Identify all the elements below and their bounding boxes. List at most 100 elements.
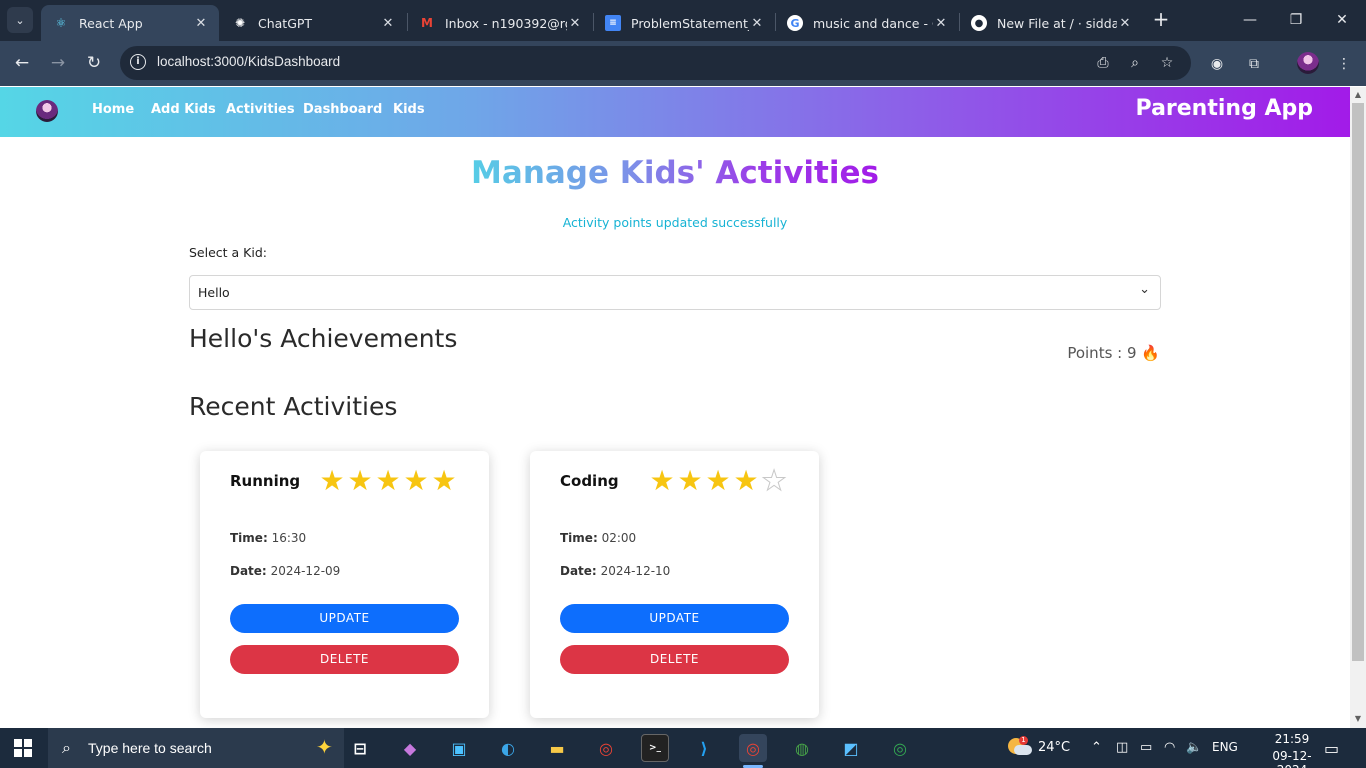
copilot-icon[interactable]: ◆ — [396, 734, 424, 762]
tab-react-app[interactable]: ⚛ React App ✕ — [41, 5, 219, 41]
device-icon[interactable]: ◫ — [1116, 740, 1128, 755]
update-button[interactable]: UPDATE — [560, 604, 789, 633]
clock-date[interactable]: 09-12-2024 — [1258, 749, 1326, 768]
kid-select[interactable]: Hello ⌄ — [189, 275, 1161, 310]
close-icon[interactable]: ✕ — [749, 16, 765, 31]
mongodb-compass-icon[interactable]: ◍ — [788, 734, 816, 762]
tab-title: music and dance - Go — [813, 15, 933, 31]
app-brand: Parenting App — [1135, 96, 1313, 121]
tab-inbox[interactable]: M Inbox - n190392@rgu ✕ — [407, 5, 593, 41]
tab-title: ProblemStatement_III — [631, 15, 749, 31]
react-icon: ⚛ — [55, 16, 67, 30]
star-filled-icon: ★ — [375, 464, 401, 497]
taskbar-search[interactable]: ⌕ Type here to search ✦ — [48, 728, 344, 768]
task-view-icon[interactable]: ⊟ — [346, 734, 374, 762]
status-message: Activity points updated successfully — [562, 215, 788, 230]
nav-link-activities[interactable]: Activities — [226, 102, 295, 117]
chrome-profile-icon[interactable]: ◎ — [739, 734, 767, 768]
extensions-icon[interactable]: ⧉ — [1243, 53, 1265, 75]
battery-icon[interactable]: ▭ — [1140, 740, 1152, 755]
photos-icon[interactable]: ◩ — [837, 734, 865, 762]
star-filled-icon: ★ — [733, 464, 759, 497]
language-indicator[interactable]: ENG — [1212, 740, 1238, 754]
extension-avatar-icon[interactable]: ◉ — [1206, 53, 1228, 75]
close-window-icon[interactable]: ✕ — [1330, 8, 1354, 32]
vscode-icon[interactable]: ⟩ — [690, 734, 718, 762]
github-icon: ● — [971, 15, 987, 31]
install-app-icon[interactable]: ⎙ — [1093, 53, 1113, 73]
tab-github[interactable]: ● New File at / · siddarc ✕ — [959, 5, 1143, 41]
close-icon[interactable]: ✕ — [567, 16, 583, 31]
nav-link-kids[interactable]: Kids — [393, 102, 425, 117]
zoom-icon[interactable]: ⌕ — [1125, 53, 1145, 73]
tab-title: React App — [79, 15, 143, 31]
star-filled-icon: ★ — [677, 464, 703, 497]
scrollbar-thumb[interactable] — [1352, 103, 1364, 661]
nav-link-dashboard[interactable]: Dashboard — [303, 102, 382, 117]
star-filled-icon: ★ — [319, 464, 345, 497]
date-label: Date: — [560, 564, 597, 578]
forward-icon[interactable]: → — [47, 52, 69, 74]
address-bar[interactable]: i localhost:3000/KidsDashboard ⎙ ⌕ ☆ — [120, 46, 1191, 80]
menu-kebab-icon[interactable]: ⋮ — [1333, 53, 1355, 75]
chevron-up-icon[interactable]: ⌃ — [1091, 740, 1102, 755]
points-display: Points : 9 🔥 — [1067, 344, 1160, 362]
delete-button[interactable]: DELETE — [230, 645, 459, 674]
site-info-icon[interactable]: i — [130, 54, 146, 70]
weather-icon[interactable]: 1 — [1005, 736, 1032, 760]
restore-icon[interactable]: ❐ — [1284, 8, 1308, 32]
windows-start-icon[interactable] — [14, 739, 32, 757]
wifi-icon[interactable]: ◠ — [1164, 740, 1175, 755]
close-icon[interactable]: ✕ — [1117, 16, 1133, 31]
close-icon[interactable]: ✕ — [380, 16, 396, 31]
time-value: 02:00 — [601, 531, 637, 545]
windows-taskbar: ⌕ Type here to search ✦ ⊟ ◆ ▣ ◐ ▬ ◎ >_ ⟩… — [0, 728, 1366, 768]
tab-title: New File at / · siddarc — [997, 15, 1117, 31]
star-filled-icon: ★ — [431, 464, 457, 497]
close-icon[interactable]: ✕ — [933, 16, 949, 31]
tab-music-dance[interactable]: G music and dance - Go ✕ — [775, 5, 959, 41]
edge-icon[interactable]: ◐ — [494, 734, 522, 762]
store-icon[interactable]: ▣ — [445, 734, 473, 762]
terminal-icon[interactable]: >_ — [641, 734, 669, 762]
clock-time[interactable]: 21:59 — [1262, 732, 1322, 746]
nav-link-home[interactable]: Home — [92, 102, 134, 117]
update-button[interactable]: UPDATE — [230, 604, 459, 633]
chrome-icon[interactable]: ◎ — [592, 734, 620, 762]
nav-link-add-kids[interactable]: Add Kids — [151, 102, 216, 117]
fire-icon: 🔥 — [1141, 344, 1160, 362]
user-avatar[interactable] — [36, 100, 58, 122]
time-label: Time: — [230, 531, 268, 545]
recent-activities-title: Recent Activities — [189, 392, 398, 421]
delete-button[interactable]: DELETE — [560, 645, 789, 674]
docs-icon: ≡ — [605, 15, 621, 31]
temperature-text[interactable]: 24°C — [1038, 740, 1070, 755]
tab-chatgpt[interactable]: ✺ ChatGPT ✕ — [220, 5, 406, 41]
minimize-icon[interactable]: — — [1238, 8, 1262, 32]
back-icon[interactable]: ← — [11, 52, 33, 74]
activity-date: Date: 2024-12-10 — [560, 564, 670, 578]
profile-avatar[interactable] — [1297, 52, 1319, 74]
scroll-down-icon[interactable]: ▼ — [1353, 714, 1363, 724]
browser-toolbar: ← → ↻ i localhost:3000/KidsDashboard ⎙ ⌕… — [0, 41, 1366, 86]
star-rating: ★ ★ ★ ★ ★ — [318, 467, 458, 495]
chatgpt-icon: ✺ — [234, 16, 246, 30]
chrome-alt-icon[interactable]: ◎ — [886, 734, 914, 762]
close-icon[interactable]: ✕ — [193, 16, 209, 31]
activity-time: Time: 02:00 — [560, 531, 636, 545]
bookmark-star-icon[interactable]: ☆ — [1157, 53, 1177, 73]
activity-card: Coding ★ ★ ★ ★ ★ Time: 02:00 Date: 2024-… — [530, 451, 819, 718]
tab-problem-statement[interactable]: ≡ ProblemStatement_III ✕ — [593, 5, 775, 41]
activity-date: Date: 2024-12-09 — [230, 564, 340, 578]
new-tab-button[interactable]: + — [1150, 9, 1172, 31]
notification-icon[interactable]: ▭ — [1324, 739, 1339, 758]
tab-search-button[interactable]: ⌄ — [7, 7, 33, 33]
time-label: Time: — [560, 531, 598, 545]
volume-icon[interactable]: 🔈 — [1186, 740, 1202, 755]
star-empty-icon: ★ — [761, 464, 787, 497]
tab-title: Inbox - n190392@rgu — [445, 15, 567, 31]
date-value: 2024-12-10 — [600, 564, 671, 578]
scroll-up-icon[interactable]: ▲ — [1353, 90, 1363, 100]
reload-icon[interactable]: ↻ — [83, 52, 105, 74]
file-explorer-icon[interactable]: ▬ — [543, 734, 571, 762]
